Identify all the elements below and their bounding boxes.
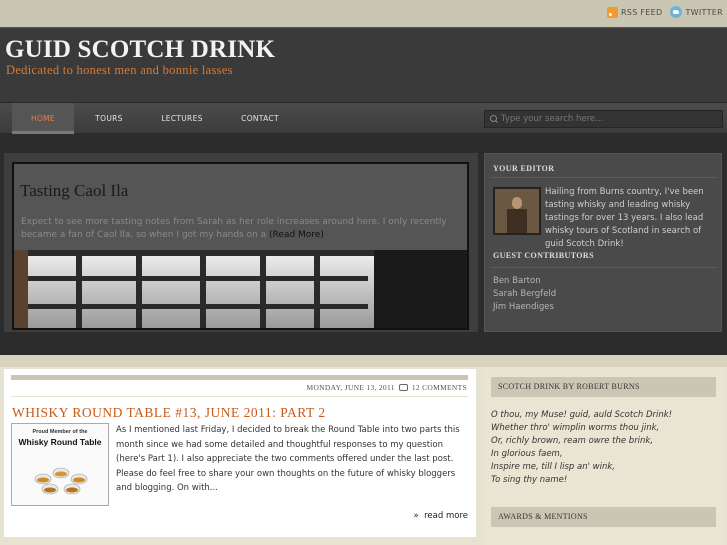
twitter-icon [670, 6, 683, 18]
section-divider [0, 355, 727, 367]
divider [491, 177, 717, 178]
nav-item-lectures[interactable]: LECTURES [150, 103, 214, 134]
poem: O thou, my Muse! guid, auld Scotch Drink… [491, 409, 672, 487]
poem-line: To sing thy name! [491, 475, 568, 485]
twitter-link[interactable]: TWITTER [670, 6, 723, 18]
post-excerpt: As I mentioned last Friday, I decided to… [116, 425, 460, 493]
poem-line: Inspire me, till I lisp an' wink, [491, 462, 615, 472]
poem-line: Or, richly brown, ream owre the brink, [491, 436, 654, 446]
twitter-label: TWITTER [685, 7, 723, 17]
rss-icon [606, 6, 618, 18]
post-meta: MONDAY, JUNE 13, 2011 12 COMMENTS [306, 383, 467, 392]
whisky-glasses-icon [34, 467, 88, 495]
post-top-bar [11, 375, 468, 380]
guest-contributors-heading: GUEST CONTRIBUTORS [493, 251, 594, 260]
read-more-link[interactable]: » read more [414, 511, 468, 521]
poem-line: Whether thro' wimplin worms thou jink, [491, 423, 660, 433]
rss-feed-label: RSS FEED [620, 7, 663, 17]
poem-heading: SCOTCH DRINK BY ROBERT BURNS [491, 377, 716, 397]
featured-slider: Tasting Caol Ila Expect to see more tast… [4, 153, 478, 332]
post-title[interactable]: WHISKY ROUND TABLE #13, JUNE 2011: PART … [12, 405, 326, 421]
top-bar: RSS FEED TWITTER [0, 0, 727, 27]
comment-icon [398, 384, 408, 391]
featured-image [14, 250, 467, 328]
main-nav: HOME TOURS LECTURES CONTACT [0, 102, 727, 134]
featured-excerpt-text: Expect to see more tasting notes from Sa… [21, 217, 447, 240]
awards-heading: AWARDS & MENTIONS [491, 507, 716, 527]
site-tagline: Dedicated to honest men and bonnie lasse… [6, 63, 233, 77]
nav-item-home[interactable]: HOME [12, 103, 74, 134]
badge-line-2: Whisky Round Table [18, 437, 102, 447]
read-more-label: read more [424, 511, 468, 521]
search-icon[interactable] [485, 111, 501, 127]
nav-item-tours[interactable]: TOURS [80, 103, 138, 134]
featured-post[interactable]: Tasting Caol Ila Expect to see more tast… [12, 162, 469, 330]
divider [491, 267, 717, 268]
featured-zone: Tasting Caol Ila Expect to see more tast… [0, 134, 727, 355]
editor-heading: YOUR EDITOR [493, 164, 555, 173]
top-links: RSS FEED TWITTER [606, 6, 723, 18]
badge-line-1: Proud Member of the [32, 429, 88, 435]
divider [11, 396, 468, 397]
editor-photo [493, 187, 541, 235]
blog-post: MONDAY, JUNE 13, 2011 12 COMMENTS WHISKY… [4, 369, 476, 537]
search-box [484, 110, 723, 128]
site-title[interactable]: GUID SCOTCH DRINK [5, 36, 275, 64]
guest-link-ben-barton[interactable]: Ben Barton [493, 275, 556, 288]
editor-bio: Hailing from Burns country, I've been ta… [545, 187, 704, 249]
site-header: GUID SCOTCH DRINK Dedicated to honest me… [0, 27, 727, 102]
poem-line: O thou, my Muse! guid, auld Scotch Drink… [491, 410, 673, 420]
whisky-round-table-badge[interactable]: Proud Member of the Whisky Round Table [11, 423, 109, 506]
editor-box: YOUR EDITOR Hailing from Burns country, … [484, 153, 722, 332]
rss-feed-link[interactable]: RSS FEED [606, 6, 663, 18]
sidebar: SCOTCH DRINK BY ROBERT BURNS O thou, my … [484, 369, 723, 545]
poem-line: In glorious faem, [491, 449, 563, 459]
search-input[interactable] [501, 114, 711, 124]
double-arrow-icon: » [413, 511, 422, 521]
featured-excerpt: Expect to see more tasting notes from Sa… [21, 216, 461, 242]
guest-list: Ben Barton Sarah Bergfeld Jim Haendiges [493, 275, 556, 314]
featured-read-more-link[interactable]: (Read More) [269, 230, 324, 240]
post-comments-link[interactable]: 12 COMMENTS [412, 383, 467, 392]
nav-item-contact[interactable]: CONTACT [228, 103, 292, 134]
guest-link-jim-haendiges[interactable]: Jim Haendiges [493, 301, 556, 314]
featured-title[interactable]: Tasting Caol Ila [20, 181, 128, 201]
post-date: MONDAY, JUNE 13, 2011 [306, 383, 395, 392]
guest-link-sarah-bergfeld[interactable]: Sarah Bergfeld [493, 288, 556, 301]
